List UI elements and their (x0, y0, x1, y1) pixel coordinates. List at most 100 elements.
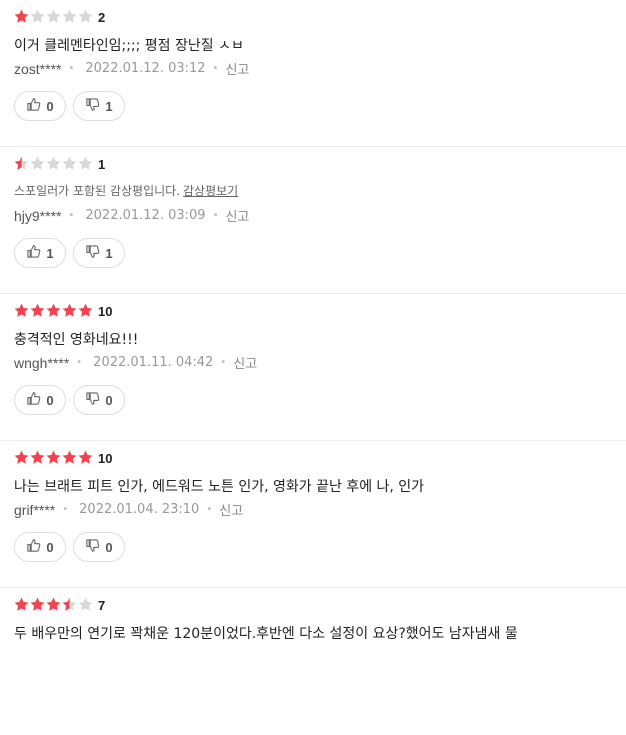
rating-row: 10 (14, 303, 112, 319)
review-item: 10 충격적인 영화네요!!! wngh**** • 2022.01.11. 0… (0, 294, 626, 441)
star-full-icon (46, 597, 62, 613)
reviewer-id[interactable]: grif**** (14, 502, 55, 518)
star-full-icon (14, 450, 30, 466)
review-text: 두 배우만의 연기로 꽉채운 120분이었다.후반엔 다소 설정이 요상?했어도… (14, 626, 518, 642)
rating-score: 10 (98, 450, 113, 466)
view-review-link[interactable]: 감상평보기 (183, 184, 238, 198)
review-item: 10 나는 브래트 피트 인가, 에드워드 노튼 인가, 영화가 끝난 후에 나… (0, 441, 626, 588)
report-link[interactable]: 신고 (225, 59, 249, 78)
dislike-count: 0 (105, 392, 113, 408)
report-link[interactable]: 신고 (219, 500, 243, 519)
star-full-icon (30, 303, 46, 319)
reviewer-id[interactable]: wngh**** (14, 355, 69, 371)
star-full-icon (46, 450, 62, 466)
review-meta: grif**** • 2022.01.04. 23:10 • 신고 (14, 500, 243, 520)
like-button[interactable]: 0 (14, 91, 66, 121)
dislike-count: 0 (105, 539, 113, 555)
separator-dot: • (206, 504, 213, 515)
review-text: 이거 클레멘타인임;;;; 평점 장난질 ㅅㅂ (14, 38, 244, 54)
thumbs-up-icon (26, 391, 41, 410)
spoiler-notice-text: 스포일러가 포함된 감상평입니다. (14, 184, 181, 198)
star-full-icon (46, 303, 62, 319)
report-link[interactable]: 신고 (225, 206, 249, 225)
rating-score: 1 (98, 156, 106, 172)
like-button[interactable]: 0 (14, 532, 66, 562)
rating-score: 7 (98, 597, 106, 613)
thumbs-up-icon (26, 538, 41, 557)
review-text: 충격적인 영화네요!!! (14, 332, 139, 348)
star-empty-icon (62, 9, 78, 25)
rating-row: 7 (14, 597, 105, 613)
like-count: 0 (46, 539, 54, 555)
review-item: 7 두 배우만의 연기로 꽉채운 120분이었다.후반엔 다소 설정이 요상?했… (0, 588, 626, 735)
rating-row: 1 (14, 156, 105, 172)
star-half-icon (14, 156, 30, 172)
star-empty-icon (30, 156, 46, 172)
star-empty-icon (78, 156, 94, 172)
star-full-icon (14, 9, 30, 25)
thumbs-down-icon (85, 97, 100, 116)
separator-dot: • (68, 210, 75, 221)
separator-dot: • (212, 63, 219, 74)
star-full-icon (30, 597, 46, 613)
star-rating (14, 450, 94, 466)
star-full-icon (14, 597, 30, 613)
review-date: 2022.01.12. 03:09 (85, 208, 206, 223)
separator-dot: • (68, 63, 75, 74)
thumbs-up-icon (26, 244, 41, 263)
star-rating (14, 303, 94, 319)
review-list: 2 이거 클레멘타인임;;;; 평점 장난질 ㅅㅂ zost**** • 202… (0, 0, 626, 735)
review-date: 2022.01.04. 23:10 (79, 502, 200, 517)
review-date: 2022.01.11. 04:42 (93, 355, 214, 370)
thumbs-up-icon (26, 97, 41, 116)
separator-dot: • (212, 210, 219, 221)
dislike-button[interactable]: 0 (73, 385, 125, 415)
reviewer-id[interactable]: hjy9**** (14, 208, 61, 224)
reviewer-id[interactable]: zost**** (14, 61, 61, 77)
dislike-button[interactable]: 1 (73, 91, 125, 121)
rating-row: 10 (14, 450, 112, 466)
star-full-icon (62, 303, 78, 319)
review-item: 1 스포일러가 포함된 감상평입니다. 감상평보기 hjy9**** • 2022… (0, 147, 626, 294)
thumbs-down-icon (85, 391, 100, 410)
review-date: 2022.01.12. 03:12 (85, 61, 206, 76)
review-text: 나는 브래트 피트 인가, 에드워드 노튼 인가, 영화가 끝난 후에 나, 인… (14, 479, 425, 495)
rating-score: 2 (98, 9, 106, 25)
review-meta: zost**** • 2022.01.12. 03:12 • 신고 (14, 59, 249, 79)
separator-dot: • (76, 357, 83, 368)
review-meta: wngh**** • 2022.01.11. 04:42 • 신고 (14, 353, 257, 373)
vote-buttons: 0 1 (14, 91, 132, 121)
rating-score: 10 (98, 303, 113, 319)
star-full-icon (62, 450, 78, 466)
dislike-button[interactable]: 0 (73, 532, 125, 562)
star-full-icon (14, 303, 30, 319)
like-button[interactable]: 0 (14, 385, 66, 415)
star-empty-icon (46, 156, 62, 172)
like-count: 0 (46, 98, 54, 114)
vote-buttons: 0 0 (14, 385, 132, 415)
separator-dot: • (62, 504, 69, 515)
star-empty-icon (78, 9, 94, 25)
thumbs-down-icon (85, 538, 100, 557)
separator-dot: • (220, 357, 227, 368)
dislike-count: 1 (105, 245, 113, 261)
star-empty-icon (30, 9, 46, 25)
like-count: 0 (46, 392, 54, 408)
spoiler-notice: 스포일러가 포함된 감상평입니다. 감상평보기 (14, 182, 238, 199)
star-empty-icon (78, 597, 94, 613)
star-full-icon (78, 303, 94, 319)
star-full-icon (78, 450, 94, 466)
star-rating (14, 597, 94, 613)
star-full-icon (30, 450, 46, 466)
star-rating (14, 156, 94, 172)
report-link[interactable]: 신고 (233, 353, 257, 372)
review-item: 2 이거 클레멘타인임;;;; 평점 장난질 ㅅㅂ zost**** • 202… (0, 0, 626, 147)
vote-buttons: 1 1 (14, 238, 132, 268)
like-button[interactable]: 1 (14, 238, 66, 268)
dislike-count: 1 (105, 98, 113, 114)
like-count: 1 (46, 245, 54, 261)
dislike-button[interactable]: 1 (73, 238, 125, 268)
star-rating (14, 9, 94, 25)
review-meta: hjy9**** • 2022.01.12. 03:09 • 신고 (14, 206, 249, 226)
thumbs-down-icon (85, 244, 100, 263)
